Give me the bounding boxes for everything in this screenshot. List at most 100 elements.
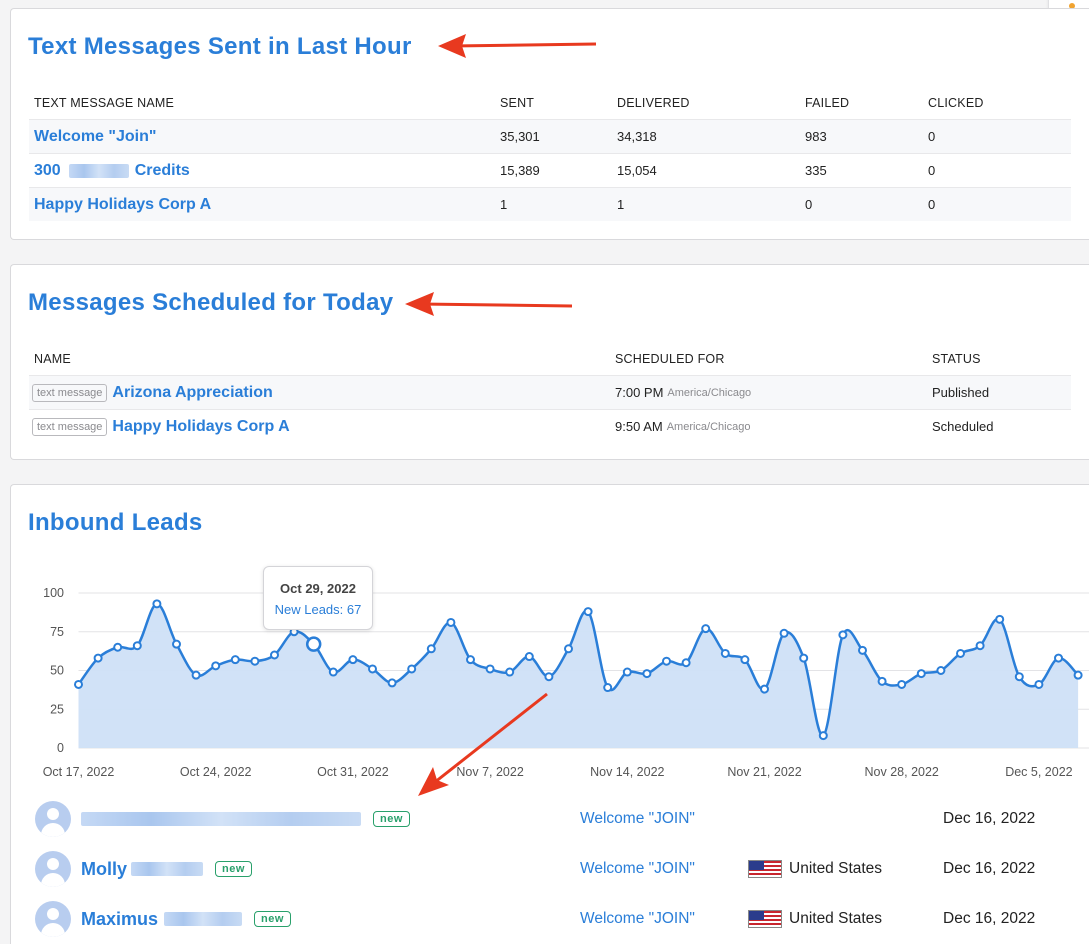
data-point	[211, 661, 221, 671]
y-tick-label: 100	[43, 586, 64, 600]
chart-x-ticks: Oct 17, 2022 Oct 24, 2022 Oct 31, 2022 Nov …	[43, 765, 1073, 779]
x-tick-label: Oct 24, 2022	[180, 765, 252, 779]
lead-country: United States	[748, 849, 882, 889]
data-point	[407, 664, 417, 674]
data-point	[348, 655, 358, 665]
us-flag-icon	[748, 910, 782, 928]
message-name-link[interactable]: Happy Holidays Corp A	[34, 188, 211, 221]
lead-campaign-link[interactable]: Welcome "JOIN"	[580, 849, 695, 889]
lead-country-name: United States	[789, 910, 883, 927]
data-point	[113, 642, 123, 652]
chart-tooltip: Oct 29, 2022 New Leads: 67	[263, 566, 373, 630]
scheduled-message-link[interactable]: Arizona Appreciation	[112, 384, 272, 402]
sent-value: 1	[500, 197, 508, 212]
data-point	[270, 650, 279, 660]
chart-y-ticks: 0 25 50 75 100	[43, 586, 64, 755]
tooltip-value: New Leads: 67	[274, 602, 362, 617]
header-name: NAME	[34, 352, 71, 366]
data-point	[622, 667, 632, 677]
data-point	[230, 655, 240, 665]
inbound-leads-chart: 0 25 50 75 100 Oct 17, 2022 Oct 24, 2022 Oct 3…	[43, 586, 1089, 779]
delivered-value: 34,318	[617, 129, 657, 144]
header-scheduled-for: SCHEDULED FOR	[615, 352, 725, 366]
message-name-part: Credits	[134, 161, 190, 179]
data-point	[426, 644, 436, 654]
lead-first-name: Molly	[81, 858, 128, 879]
data-point	[701, 624, 711, 634]
delivered-value: 15,054	[617, 163, 657, 178]
clicked-value: 0	[928, 163, 936, 178]
lead-name[interactable]: Maximus new	[81, 899, 291, 939]
message-name-link[interactable]: 300 Credits	[34, 154, 190, 187]
data-point	[603, 683, 613, 693]
new-badge: new	[254, 911, 291, 927]
scheduled-messages-table: NAME SCHEDULED FOR STATUS text message A…	[29, 345, 1071, 443]
sent-card-title: Text Messages Sent in Last Hour	[28, 33, 412, 60]
data-point	[838, 630, 848, 640]
data-point	[936, 666, 946, 675]
table-header: TEXT MESSAGE NAME SENT DELIVERED FAILED …	[29, 89, 1071, 119]
message-name-part: 300	[34, 161, 61, 179]
person-avatar-icon	[35, 851, 71, 887]
data-point	[681, 658, 691, 668]
data-point	[662, 656, 671, 666]
lead-first-name: Maximus	[81, 908, 159, 929]
redacted-name	[164, 912, 243, 926]
data-point	[1054, 653, 1063, 663]
failed-value: 335	[805, 163, 827, 178]
header-status: STATUS	[932, 352, 981, 366]
header-failed: FAILED	[805, 96, 850, 110]
lead-row[interactable]: Molly new Welcome "JOIN" United States D…	[35, 849, 1089, 889]
data-point	[172, 639, 181, 649]
sched-card-title: Messages Scheduled for Today	[28, 289, 394, 316]
data-point	[387, 678, 397, 688]
type-tag: text message	[32, 417, 108, 436]
us-flag-icon	[748, 860, 782, 878]
y-tick-label: 25	[50, 702, 64, 716]
data-point	[877, 676, 887, 686]
data-point	[583, 607, 593, 617]
x-tick-label: Oct 31, 2022	[317, 765, 389, 779]
data-point	[779, 628, 789, 638]
lead-country-name: United States	[789, 860, 883, 877]
failed-value: 983	[805, 129, 827, 144]
lead-date: Dec 16, 2022	[943, 810, 1036, 827]
scheduled-name-cell: text message Happy Holidays Corp A	[32, 410, 290, 443]
lead-name[interactable]: Molly new	[81, 849, 252, 889]
x-tick-label: Nov 28, 2022	[865, 765, 939, 779]
table-row: Welcome "Join" 35,301 34,318 983 0	[29, 119, 1071, 153]
leads-card-title: Inbound Leads	[28, 509, 203, 536]
lead-date: Dec 16, 2022	[943, 860, 1036, 877]
data-point	[858, 645, 867, 655]
data-point	[368, 664, 377, 674]
new-badge: new	[215, 861, 252, 877]
data-point	[466, 655, 475, 665]
x-tick-label: Dec 5, 2022	[1005, 765, 1072, 779]
message-name-link[interactable]: Welcome "Join"	[34, 120, 156, 153]
lead-row[interactable]: Maximus new Welcome "JOIN" United States…	[35, 899, 1089, 939]
data-point	[1034, 679, 1044, 689]
lead-name[interactable]: new	[81, 799, 410, 839]
lead-country: United States	[748, 899, 882, 939]
lead-row[interactable]: new Welcome "JOIN" Dec 16, 2022	[35, 799, 1089, 839]
data-point	[446, 617, 456, 627]
table-row: text message Arizona Appreciation 7:00 P…	[29, 375, 1071, 409]
data-point	[152, 599, 162, 609]
timezone: America/Chicago	[667, 386, 752, 399]
status-value: Published	[932, 385, 990, 400]
table-row: 300 Credits 15,389 15,054 335 0	[29, 153, 1071, 187]
failed-value: 0	[805, 197, 813, 212]
data-point	[897, 679, 907, 689]
tooltip-date: Oct 29, 2022	[280, 581, 356, 596]
sent-value: 35,301	[500, 129, 540, 144]
person-avatar-icon	[35, 901, 71, 937]
redacted-name	[131, 862, 204, 876]
lead-campaign-link[interactable]: Welcome "JOIN"	[580, 899, 695, 939]
data-point	[328, 667, 338, 677]
scheduled-message-link[interactable]: Happy Holidays Corp A	[112, 418, 289, 436]
lead-campaign-link[interactable]: Welcome "JOIN"	[580, 799, 695, 839]
scheduled-time: 7:00 PM	[615, 385, 664, 400]
data-point	[132, 641, 142, 651]
redacted-text	[68, 163, 129, 178]
data-point	[250, 656, 260, 666]
